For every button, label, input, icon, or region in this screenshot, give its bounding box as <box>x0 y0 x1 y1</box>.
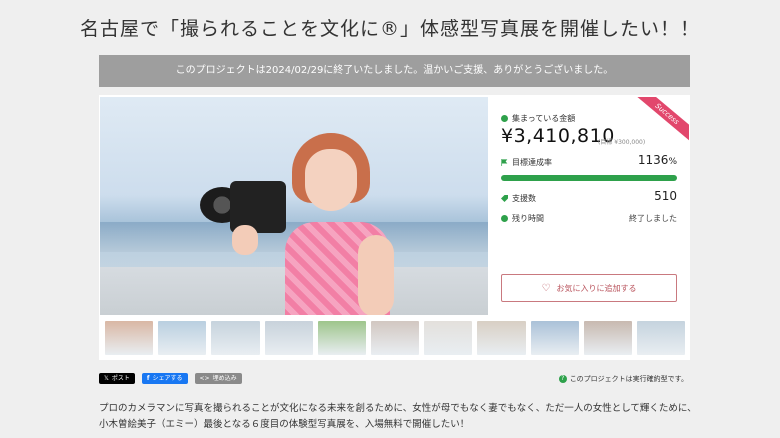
question-icon: ? <box>558 375 567 383</box>
model-arm <box>358 235 394 315</box>
project-ended-banner: このプロジェクトは2024/02/29に終了いたしました。温かいご支援、ありがと… <box>99 55 690 87</box>
facebook-icon: f <box>146 375 150 382</box>
achievement-label: 目標達成率 <box>501 157 552 168</box>
gallery-thumbnail[interactable] <box>636 321 686 355</box>
facebook-share-button[interactable]: f シェアする <box>141 373 188 384</box>
thumbnail-strip <box>105 321 686 355</box>
gallery-thumbnail[interactable] <box>105 321 154 355</box>
goal-amount: (目標 ¥300,000) <box>598 139 646 146</box>
time-left-label: 残り時間 <box>501 213 544 224</box>
coin-icon <box>501 115 508 122</box>
x-post-button[interactable]: 𝕏 ポスト <box>99 373 135 384</box>
progress-fill <box>501 175 677 181</box>
gallery-thumbnail[interactable] <box>158 321 207 355</box>
achievement-progress-bar <box>501 175 677 181</box>
project-description: プロのカメラマンに写真を撮られることが文化になる未来を創るために、女性が母でもな… <box>99 403 697 430</box>
heart-icon: ♡ <box>541 282 551 294</box>
time-left-value: 終了しました <box>629 214 677 223</box>
supporters-value: 510 <box>654 189 677 203</box>
funding-sidebar: Success 集まっている金額 ¥3,410,810 (目標 ¥300,000… <box>489 97 689 315</box>
add-favorite-button[interactable]: ♡ お気に入りに追加する <box>501 274 677 302</box>
gallery-thumbnail[interactable] <box>583 321 632 355</box>
project-type-note[interactable]: ? このプロジェクトは実行確約型です。 <box>558 374 688 384</box>
project-title: 名古屋で「撮られることを文化に®」体感型写真展を開催したい！！ <box>79 18 700 40</box>
flag-icon <box>501 159 508 166</box>
clock-icon <box>501 215 508 222</box>
share-buttons: 𝕏 ポスト f シェアする <> 埋め込み <box>99 373 242 384</box>
gallery-thumbnail[interactable] <box>317 321 366 355</box>
gallery-thumbnail[interactable] <box>530 321 579 355</box>
gallery-thumbnail[interactable] <box>424 321 473 355</box>
embed-button[interactable]: <> 埋め込み <box>194 373 242 384</box>
model-hand <box>232 225 258 255</box>
project-card: Success 集まっている金額 ¥3,410,810 (目標 ¥300,000… <box>99 95 690 360</box>
hero-image[interactable] <box>100 97 488 315</box>
supporters-label: 支援数 <box>501 193 536 204</box>
code-icon: <> <box>199 375 210 382</box>
gallery-thumbnail[interactable] <box>477 321 526 355</box>
achievement-value: 1136% <box>637 153 677 167</box>
model-face <box>305 149 357 211</box>
gallery-thumbnail[interactable] <box>370 321 420 355</box>
amount-label: 集まっている金額 <box>501 113 575 124</box>
tag-icon <box>501 195 508 202</box>
gallery-thumbnail[interactable] <box>264 321 313 355</box>
gallery-thumbnail[interactable] <box>211 321 260 355</box>
x-logo-icon: 𝕏 <box>104 375 109 382</box>
